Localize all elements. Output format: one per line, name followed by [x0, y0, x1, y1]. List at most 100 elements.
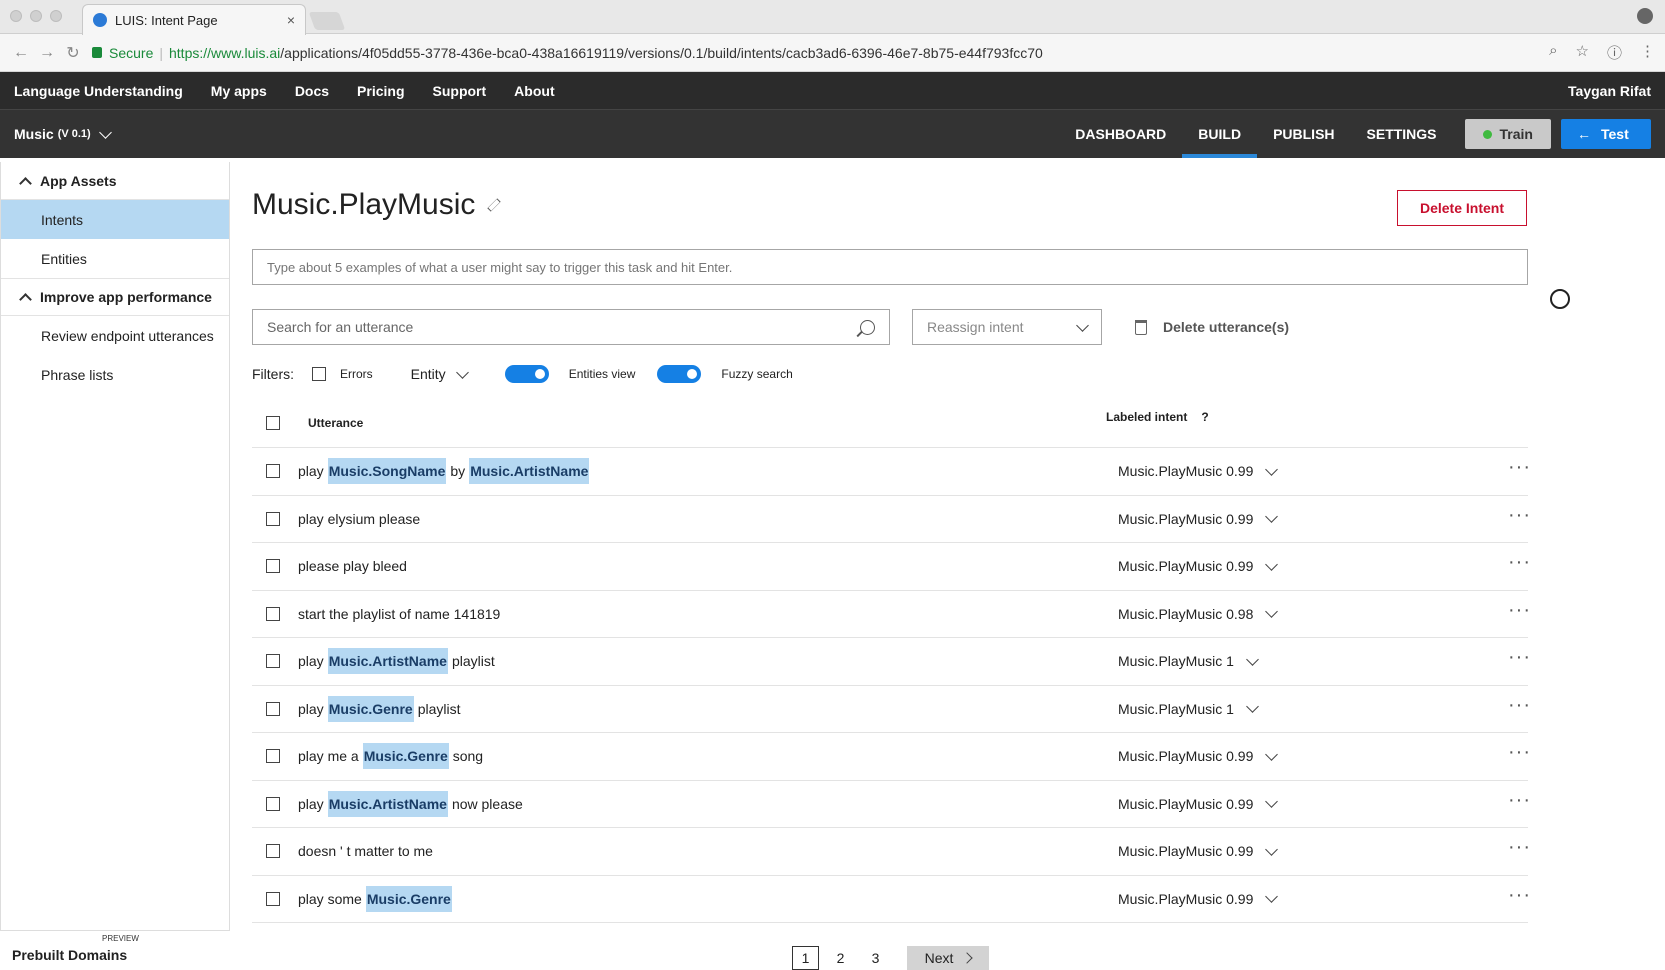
- row-checkbox[interactable]: [266, 559, 280, 573]
- more-options-icon[interactable]: ···: [1508, 551, 1531, 574]
- labeled-intent-value: Music.PlayMusic 0.99: [1118, 891, 1253, 907]
- nav-docs[interactable]: Docs: [295, 83, 329, 99]
- more-options-icon[interactable]: ···: [1508, 504, 1531, 527]
- train-button[interactable]: Train: [1465, 119, 1551, 149]
- sidebar-section-app-assets[interactable]: App Assets: [1, 162, 229, 200]
- row-checkbox[interactable]: [266, 749, 280, 763]
- example-utterance-input[interactable]: [252, 249, 1528, 285]
- table-row[interactable]: playMusic.ArtistNamenow pleaseMusic.Play…: [252, 781, 1528, 829]
- tab-dashboard[interactable]: DASHBOARD: [1059, 110, 1182, 158]
- labeled-intent-dropdown[interactable]: Music.PlayMusic 0.99: [1118, 463, 1276, 479]
- next-page-button[interactable]: Next: [907, 946, 989, 970]
- sidebar-item-intents[interactable]: Intents: [1, 200, 229, 239]
- select-all-checkbox[interactable]: [266, 416, 280, 430]
- labeled-intent-dropdown[interactable]: Music.PlayMusic 0.99: [1118, 891, 1276, 907]
- nav-my-apps[interactable]: My apps: [211, 83, 267, 99]
- table-row[interactable]: play elysium pleaseMusic.PlayMusic 0.99·…: [252, 496, 1528, 544]
- labeled-intent-dropdown[interactable]: Music.PlayMusic 1: [1118, 653, 1257, 669]
- row-checkbox[interactable]: [266, 512, 280, 526]
- entity-label[interactable]: Music.Genre: [366, 886, 452, 912]
- url-field[interactable]: Secure | https://www.luis.ai/application…: [92, 40, 1549, 66]
- menu-icon[interactable]: ⋮: [1640, 42, 1655, 63]
- zoom-icon[interactable]: ⌕: [1549, 42, 1557, 63]
- profile-icon[interactable]: [1637, 8, 1653, 24]
- new-tab-button[interactable]: [309, 12, 346, 30]
- nav-about[interactable]: About: [514, 83, 554, 99]
- more-options-icon[interactable]: ···: [1508, 456, 1531, 479]
- labeled-intent-dropdown[interactable]: Music.PlayMusic 0.99: [1118, 511, 1276, 527]
- row-checkbox[interactable]: [266, 892, 280, 906]
- more-options-icon[interactable]: ···: [1508, 789, 1531, 812]
- pencil-icon[interactable]: [488, 198, 501, 211]
- sidebar-item-phrase-lists[interactable]: Phrase lists: [1, 355, 229, 394]
- page-2-button[interactable]: 2: [827, 946, 854, 970]
- table-row[interactable]: play someMusic.GenreMusic.PlayMusic 0.99…: [252, 876, 1528, 924]
- errors-checkbox[interactable]: [312, 367, 326, 381]
- delete-intent-button[interactable]: Delete Intent: [1397, 190, 1527, 226]
- delete-utterances-button[interactable]: Delete utterance(s): [1135, 309, 1289, 345]
- row-checkbox[interactable]: [266, 607, 280, 621]
- table-row[interactable]: play me aMusic.GenresongMusic.PlayMusic …: [252, 733, 1528, 781]
- more-options-icon[interactable]: ···: [1508, 741, 1531, 764]
- page-3-button[interactable]: 3: [862, 946, 889, 970]
- info-icon[interactable]: ⓘ: [1607, 42, 1622, 63]
- labeled-intent-dropdown[interactable]: Music.PlayMusic 0.99: [1118, 558, 1276, 574]
- forward-icon[interactable]: →: [36, 44, 58, 62]
- more-options-icon[interactable]: ···: [1508, 836, 1531, 859]
- help-icon[interactable]: ?: [1201, 410, 1208, 424]
- table-row[interactable]: start the playlist of name 141819Music.P…: [252, 591, 1528, 639]
- row-checkbox[interactable]: [266, 797, 280, 811]
- row-checkbox[interactable]: [266, 464, 280, 478]
- sidebar-item-entities[interactable]: Entities: [1, 239, 229, 278]
- table-row[interactable]: playMusic.GenreplaylistMusic.PlayMusic 1…: [252, 686, 1528, 734]
- bookmark-star-icon[interactable]: ☆: [1576, 42, 1589, 63]
- table-row[interactable]: playMusic.SongNamebyMusic.ArtistNameMusi…: [252, 448, 1528, 496]
- more-options-icon[interactable]: ···: [1508, 646, 1531, 669]
- app-selector[interactable]: Music (V 0.1): [14, 126, 110, 142]
- entity-label[interactable]: Music.ArtistName: [328, 648, 448, 674]
- entities-view-toggle[interactable]: [505, 365, 549, 383]
- reassign-intent-select[interactable]: Reassign intent: [912, 309, 1102, 345]
- nav-pricing[interactable]: Pricing: [357, 83, 404, 99]
- entity-filter-dropdown[interactable]: Entity: [411, 366, 467, 382]
- user-name[interactable]: Taygan Rifat: [1568, 83, 1651, 99]
- search-icon[interactable]: [860, 320, 875, 335]
- labeled-intent-dropdown[interactable]: Music.PlayMusic 0.99: [1118, 796, 1276, 812]
- reload-icon[interactable]: ↻: [62, 43, 84, 63]
- tab-build[interactable]: BUILD: [1182, 110, 1257, 158]
- table-row[interactable]: playMusic.ArtistNameplaylistMusic.PlayMu…: [252, 638, 1528, 686]
- window-controls[interactable]: [10, 10, 62, 22]
- entity-label[interactable]: Music.SongName: [328, 458, 447, 484]
- tab-settings[interactable]: SETTINGS: [1351, 110, 1453, 158]
- labeled-intent-dropdown[interactable]: Music.PlayMusic 1: [1118, 701, 1257, 717]
- more-options-icon[interactable]: ···: [1508, 694, 1531, 717]
- back-icon[interactable]: ←: [10, 44, 32, 62]
- utterance-search-input[interactable]: Search for an utterance: [252, 309, 890, 345]
- row-checkbox[interactable]: [266, 654, 280, 668]
- labeled-intent-dropdown[interactable]: Music.PlayMusic 0.99: [1118, 843, 1276, 859]
- entity-label[interactable]: Music.ArtistName: [328, 791, 448, 817]
- nav-support[interactable]: Support: [433, 83, 487, 99]
- row-checkbox[interactable]: [266, 702, 280, 716]
- entity-label[interactable]: Music.Genre: [363, 743, 449, 769]
- labeled-intent-dropdown[interactable]: Music.PlayMusic 0.98: [1118, 606, 1276, 622]
- row-checkbox[interactable]: [266, 844, 280, 858]
- table-row[interactable]: please play bleedMusic.PlayMusic 0.99···: [252, 543, 1528, 591]
- page-1-button[interactable]: 1: [792, 946, 819, 970]
- close-tab-icon[interactable]: ×: [287, 12, 295, 28]
- more-options-icon[interactable]: ···: [1508, 884, 1531, 907]
- prebuilt-domains-link[interactable]: PREVIEW Prebuilt Domains: [0, 930, 230, 968]
- test-button[interactable]: ← Test: [1561, 119, 1651, 149]
- fuzzy-search-toggle[interactable]: [657, 365, 701, 383]
- entity-label[interactable]: Music.ArtistName: [469, 458, 589, 484]
- browser-tab[interactable]: LUIS: Intent Page ×: [82, 4, 306, 35]
- tab-publish[interactable]: PUBLISH: [1257, 110, 1350, 158]
- entity-label[interactable]: Music.Genre: [328, 696, 414, 722]
- sidebar-section-improve[interactable]: Improve app performance: [1, 278, 229, 316]
- table-row[interactable]: doesn ' t matter to meMusic.PlayMusic 0.…: [252, 828, 1528, 876]
- more-options-icon[interactable]: ···: [1508, 599, 1531, 622]
- sidebar-item-review-endpoint[interactable]: Review endpoint utterances: [1, 316, 229, 355]
- nav-language-understanding[interactable]: Language Understanding: [14, 83, 183, 99]
- column-utterance: Utterance: [308, 416, 363, 430]
- labeled-intent-dropdown[interactable]: Music.PlayMusic 0.99: [1118, 748, 1276, 764]
